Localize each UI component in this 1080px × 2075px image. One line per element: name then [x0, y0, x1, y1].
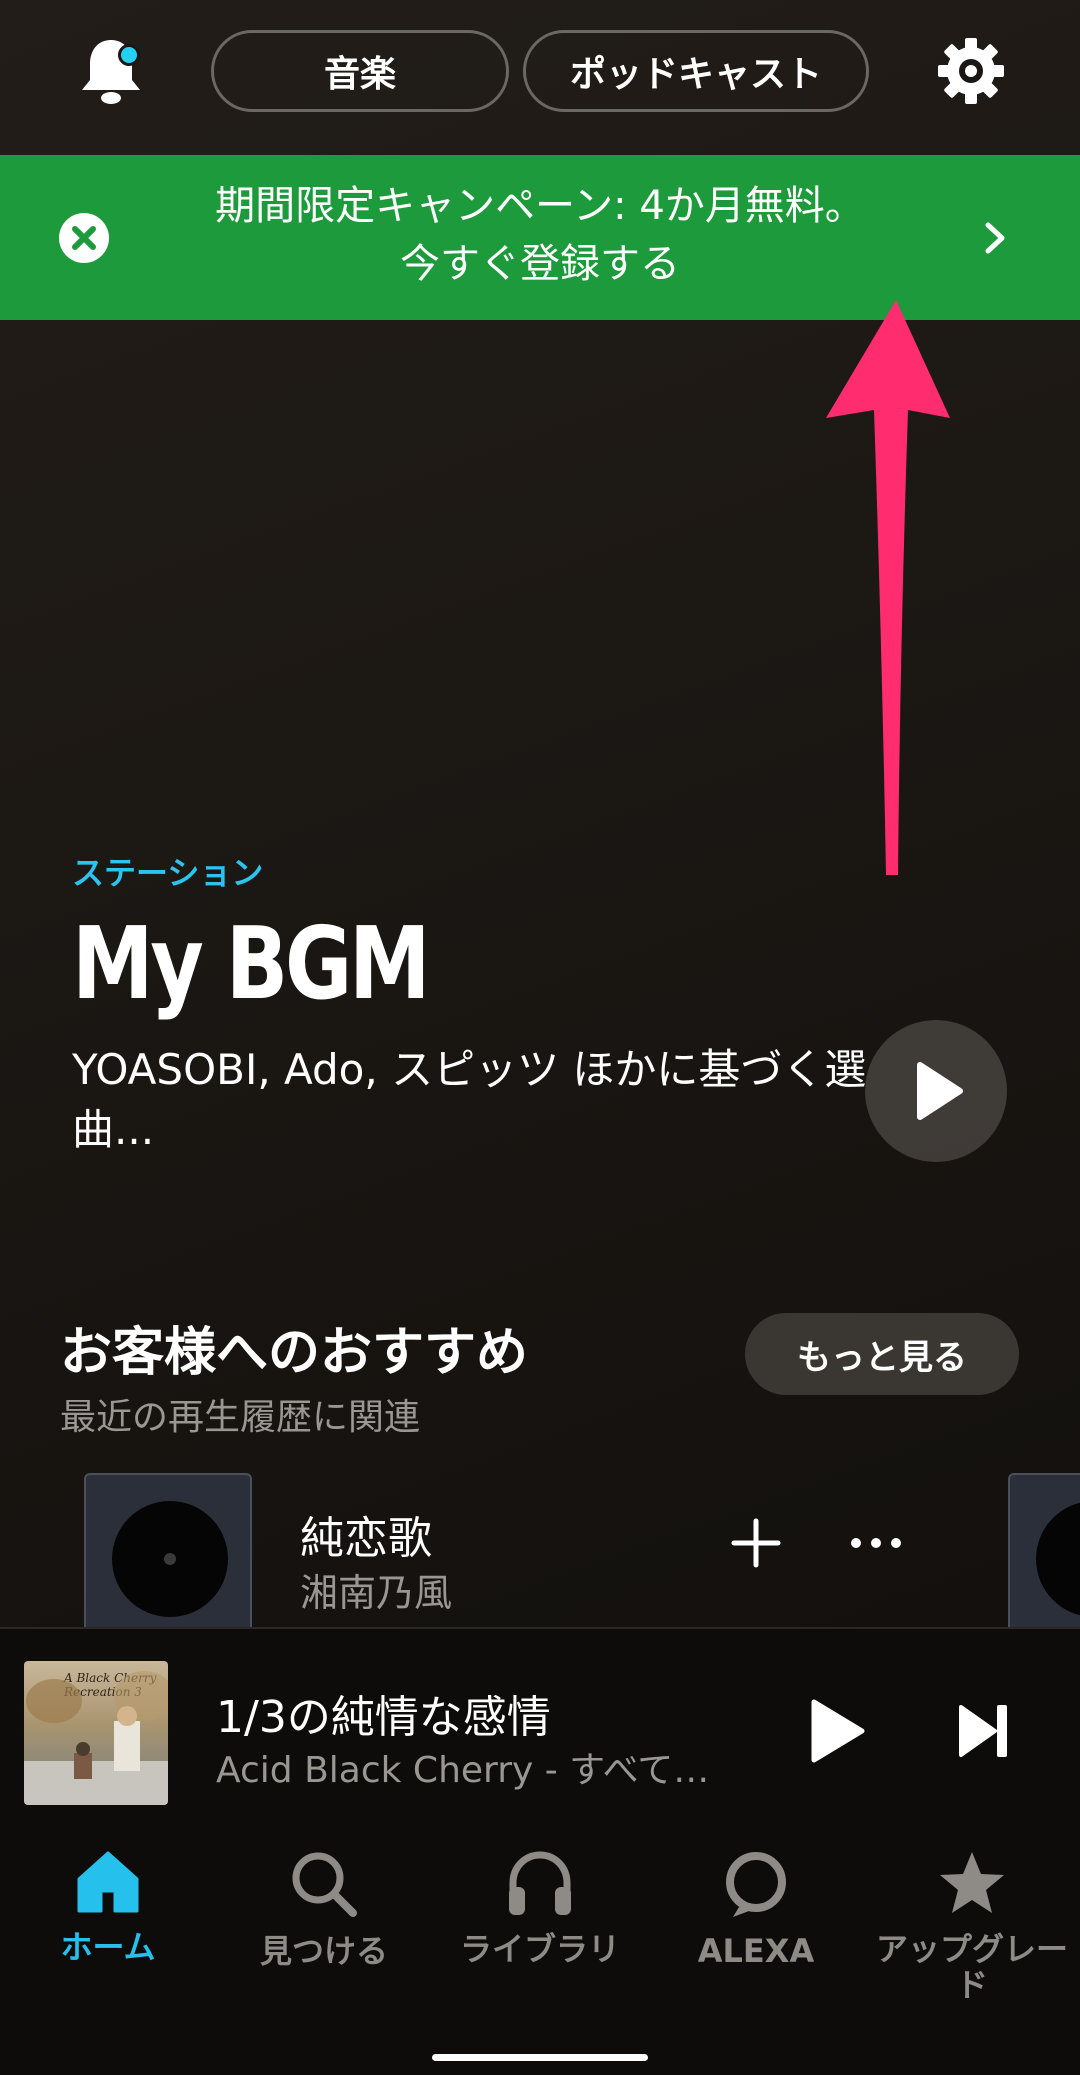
track-artwork[interactable]: [84, 1473, 252, 1633]
bottom-navigation: ホーム 見つける ライブラリ ALEXA アップグレード: [0, 1819, 1080, 2075]
play-button[interactable]: [800, 1696, 870, 1766]
banner-line-1: 期間限定キャンペーン: 4か月無料。: [215, 183, 865, 229]
see-more-button[interactable]: もっと見る: [745, 1313, 1019, 1395]
vinyl-disc-icon: [1036, 1501, 1080, 1617]
nav-library[interactable]: ライブラリ: [432, 1849, 648, 1967]
nav-alexa[interactable]: ALEXA: [648, 1849, 864, 1969]
next-track-artwork[interactable]: [1008, 1473, 1080, 1633]
nav-upgrade[interactable]: アップグレード: [864, 1849, 1080, 2003]
play-icon: [917, 1062, 963, 1120]
home-icon: [77, 1851, 139, 1913]
track-artist[interactable]: 湘南乃風: [300, 1562, 452, 1617]
top-bar: 音楽 ポッドキャスト: [0, 0, 1080, 155]
banner-text[interactable]: 期間限定キャンペーン: 4か月無料。 今すぐ登録する: [140, 177, 940, 293]
nav-label-upgrade: アップグレード: [875, 1930, 1068, 2004]
nav-label-find: 見つける: [259, 1932, 388, 1970]
tab-music[interactable]: 音楽: [211, 30, 509, 112]
skip-next-button[interactable]: [955, 1701, 1013, 1761]
recommendations-title: お客様へのおすすめ: [60, 1323, 529, 1383]
nav-label-alexa: ALEXA: [697, 1932, 815, 1970]
star-icon: [940, 1852, 1004, 1913]
vinyl-disc-icon: [112, 1501, 228, 1617]
nav-find[interactable]: 見つける: [216, 1849, 432, 1969]
nav-home[interactable]: ホーム: [0, 1849, 216, 1965]
mini-player[interactable]: A Black Cherry Recreation 3 1/3の純情な感情 Ac…: [0, 1627, 1080, 1819]
settings-gear-icon[interactable]: [936, 36, 1006, 106]
now-playing-artwork[interactable]: A Black Cherry Recreation 3: [24, 1661, 168, 1805]
station-description: YOASOBI, Ado, スピッツ ほかに基づく選曲...: [72, 1045, 867, 1154]
headphones-icon: [509, 1851, 571, 1915]
app-screen: 音楽 ポッドキャスト 期間限定キャンペーン: 4か月無料。 今すぐ登録する ステ…: [0, 0, 1080, 2075]
annotation-arrow: [820, 290, 960, 890]
add-track-icon[interactable]: [728, 1515, 784, 1571]
skip-next-icon: [959, 1705, 1007, 1757]
home-indicator[interactable]: [432, 2054, 648, 2061]
station-play-button[interactable]: [865, 1020, 1007, 1162]
station-label: ステーション: [72, 854, 264, 892]
tab-podcast[interactable]: ポッドキャスト: [523, 30, 869, 112]
close-banner-icon[interactable]: [58, 212, 110, 264]
more-options-icon[interactable]: [848, 1530, 904, 1556]
chevron-right-icon[interactable]: [980, 219, 1010, 257]
nav-label-library: ライブラリ: [459, 1930, 620, 1968]
nav-label-home: ホーム: [60, 1928, 156, 1966]
track-title[interactable]: 純恋歌: [300, 1502, 432, 1566]
alexa-icon: [726, 1852, 786, 1917]
now-playing-title[interactable]: 1/3の純情な感情: [216, 1681, 551, 1745]
search-icon: [292, 1852, 357, 1917]
recommendations-subtitle: 最近の再生履歴に関連: [60, 1397, 421, 1438]
play-icon: [811, 1699, 865, 1763]
notification-dot: [118, 44, 140, 66]
banner-line-2: 今すぐ登録する: [400, 241, 680, 287]
now-playing-subtitle[interactable]: Acid Black Cherry - すべて…: [216, 1741, 726, 1793]
station-title[interactable]: My BGM: [72, 905, 431, 1022]
